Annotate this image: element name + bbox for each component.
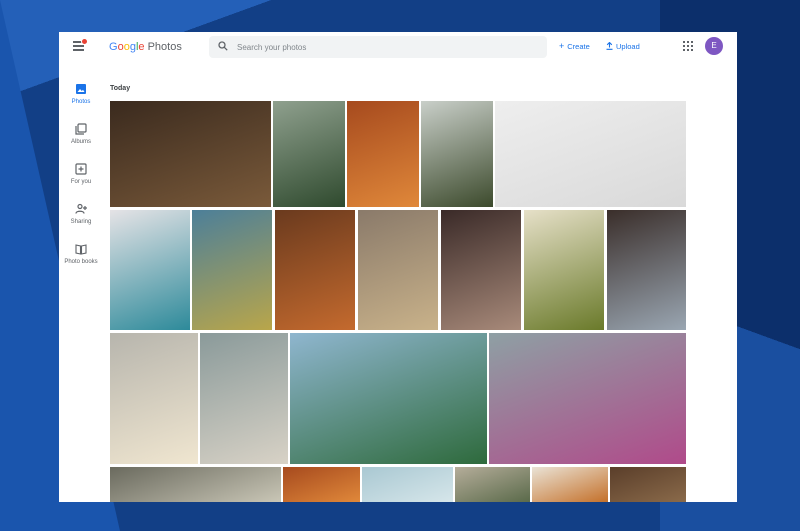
photo-tile[interactable]	[532, 467, 608, 502]
photo-tile[interactable]	[200, 333, 288, 464]
photo-tile[interactable]	[283, 467, 360, 502]
sidebar-item-albums[interactable]: Albums	[59, 123, 103, 145]
section-title-today: Today	[110, 85, 131, 92]
photo-tile[interactable]	[607, 210, 686, 330]
sidebar-item-label: Photo books	[64, 259, 98, 265]
photo-tile[interactable]	[421, 101, 493, 207]
photo-tile[interactable]	[362, 467, 453, 502]
sidebar-item-for-you[interactable]: For you	[59, 163, 103, 185]
search-input[interactable]	[237, 39, 527, 55]
photo-tile[interactable]	[290, 333, 487, 464]
account-avatar[interactable]: E	[705, 37, 723, 55]
plus-icon: +	[559, 41, 565, 51]
sidebar-item-sharing[interactable]: Sharing	[59, 203, 103, 225]
create-button[interactable]: + Create	[559, 41, 590, 52]
for-you-icon	[75, 163, 87, 175]
search-icon	[218, 41, 228, 51]
sidebar-item-label: For you	[70, 179, 92, 185]
photo-tile[interactable]	[441, 210, 521, 330]
top-bar: Google Photos +Create Upload E	[59, 32, 737, 62]
photo-tile[interactable]	[110, 333, 198, 464]
photo-tile[interactable]	[358, 210, 438, 330]
photo-books-icon	[75, 244, 87, 255]
photo-tile[interactable]	[347, 101, 419, 207]
sidebar-item-label: Photos	[71, 99, 91, 105]
sharing-icon	[75, 203, 87, 214]
upload-button[interactable]: Upload	[606, 42, 640, 51]
photo-tile[interactable]	[110, 210, 190, 330]
photo-tile[interactable]	[275, 210, 355, 330]
notification-dot	[81, 38, 88, 45]
upload-icon	[606, 42, 613, 50]
sidebar-item-label: Albums	[70, 139, 91, 145]
albums-icon	[75, 123, 87, 135]
logo-google-text: Google	[109, 41, 145, 53]
photo-tile[interactable]	[524, 210, 604, 330]
photo-tile[interactable]	[610, 467, 686, 502]
apps-grid-button[interactable]	[683, 41, 694, 52]
photo-tile[interactable]	[455, 467, 530, 502]
sidebar-item-label: Sharing	[70, 219, 92, 225]
sidebar-item-photo-books[interactable]: Photo books	[59, 243, 103, 265]
photo-grid	[110, 101, 686, 502]
photo-icon	[76, 84, 86, 94]
search-bar[interactable]	[209, 36, 547, 58]
photo-tile[interactable]	[273, 101, 345, 207]
photo-tile[interactable]	[489, 333, 686, 464]
google-photos-logo[interactable]: Google Photos	[109, 41, 182, 53]
photo-tile[interactable]	[495, 101, 686, 207]
upload-label: Upload	[616, 42, 640, 51]
photo-tile[interactable]	[110, 101, 271, 207]
photo-tile[interactable]	[110, 467, 281, 502]
app-window: Google Photos +Create Upload E	[59, 32, 737, 502]
logo-photos-text: Photos	[147, 41, 182, 53]
create-label: Create	[567, 42, 590, 51]
sidebar-item-photos[interactable]: Photos	[59, 83, 103, 105]
photo-tile[interactable]	[192, 210, 272, 330]
